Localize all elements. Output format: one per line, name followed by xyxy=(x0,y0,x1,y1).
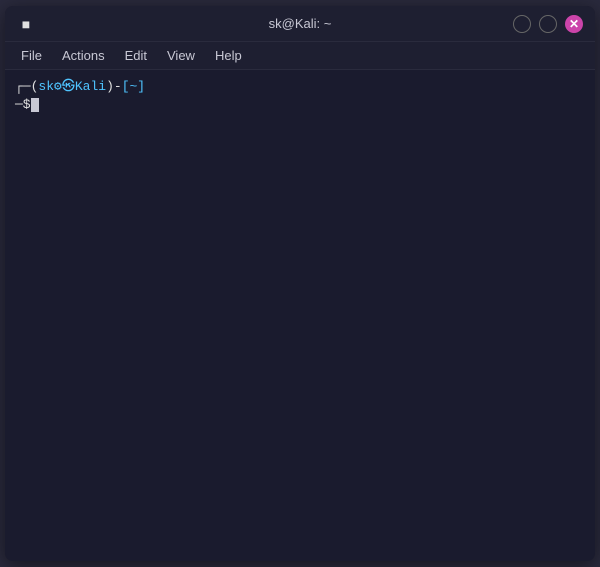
menu-item-actions[interactable]: Actions xyxy=(54,46,113,65)
prompt-dash: - xyxy=(114,78,122,96)
prompt-bracket-close: ) xyxy=(106,78,114,96)
prompt-dir: [~] xyxy=(122,78,145,96)
menu-item-edit[interactable]: Edit xyxy=(117,46,155,65)
terminal-window: ■ sk@Kali: ~ ✕ File Actions Edit View He… xyxy=(5,6,595,561)
menu-item-view[interactable]: View xyxy=(159,46,203,65)
prompt-corner: ┌─( xyxy=(15,78,38,96)
minimize-button[interactable] xyxy=(513,15,531,33)
prompt-user: sk⚙ xyxy=(38,78,61,96)
prompt-sign-line: ─$ xyxy=(15,96,585,114)
window-controls: ✕ xyxy=(513,15,583,33)
close-button[interactable]: ✕ xyxy=(565,15,583,33)
menu-bar: File Actions Edit View Help xyxy=(5,42,595,70)
title-bar: ■ sk@Kali: ~ ✕ xyxy=(5,6,595,42)
menu-item-help[interactable]: Help xyxy=(207,46,250,65)
window-title: sk@Kali: ~ xyxy=(269,16,332,31)
prompt-separator: ㉿ xyxy=(62,78,75,96)
terminal-body[interactable]: ┌─(sk⚙㉿Kali)-[~] ─$ xyxy=(5,70,595,561)
terminal-cursor xyxy=(31,98,39,112)
menu-item-file[interactable]: File xyxy=(13,46,50,65)
prompt-host: Kali xyxy=(75,78,106,96)
maximize-button[interactable] xyxy=(539,15,557,33)
app-icon: ■ xyxy=(17,15,35,33)
prompt-prefix: ─$ xyxy=(15,96,31,114)
prompt-line: ┌─(sk⚙㉿Kali)-[~] xyxy=(15,78,585,96)
